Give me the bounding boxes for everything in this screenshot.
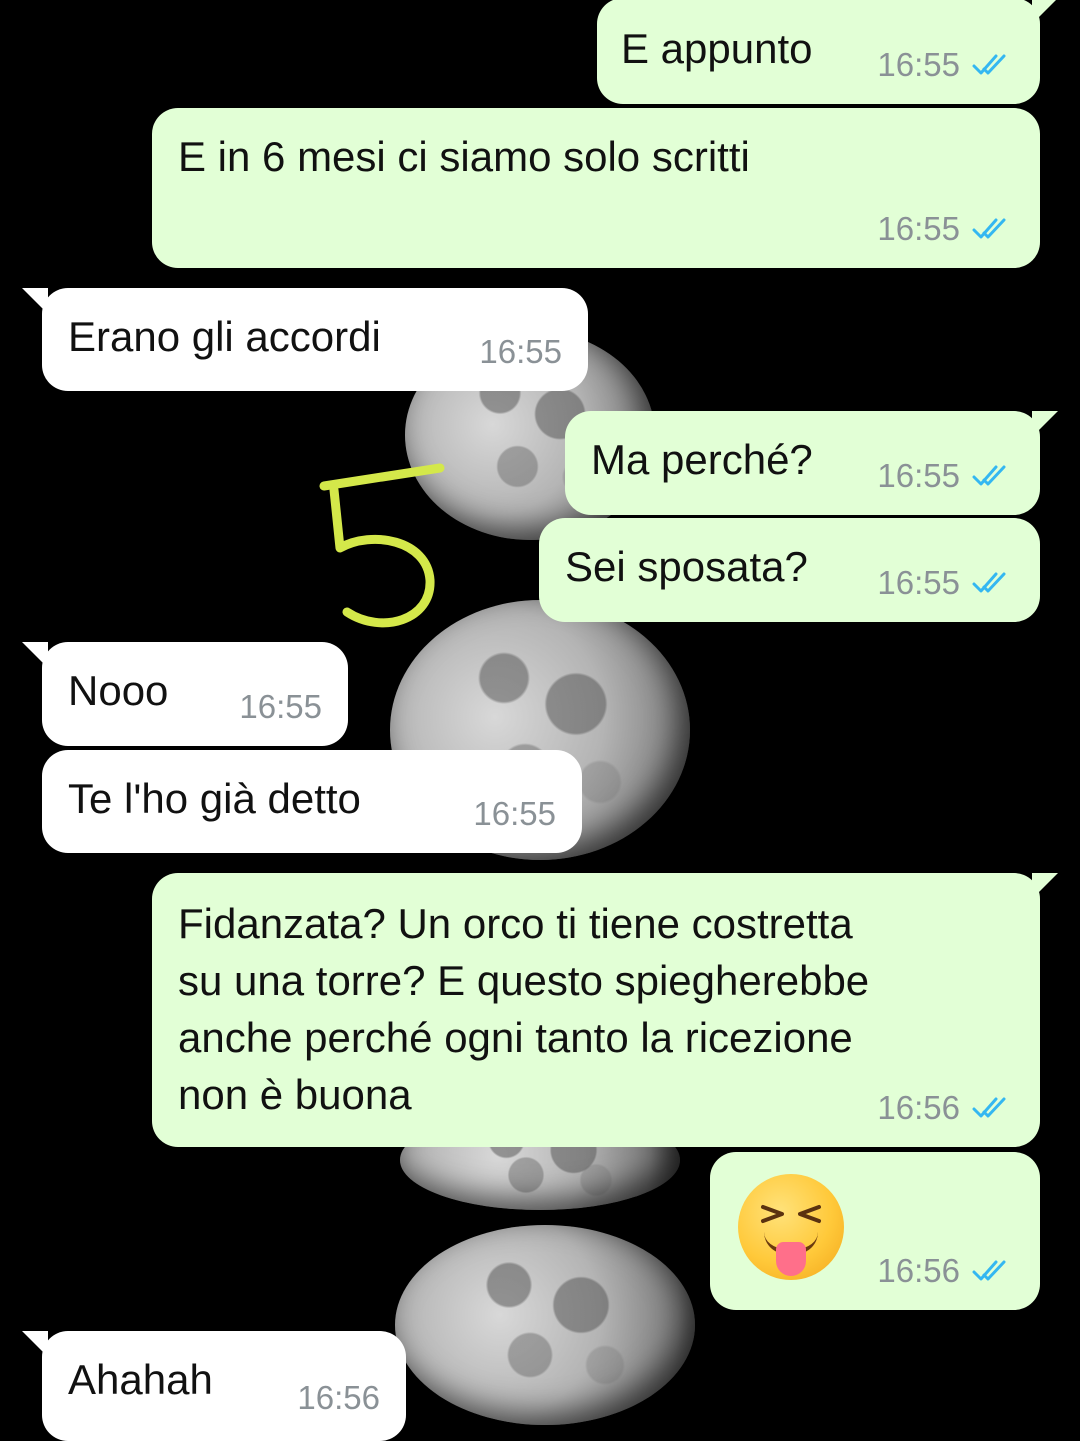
message-time: 16:55 — [877, 46, 960, 83]
bubble-tail — [22, 288, 48, 314]
message-meta: 16:55 — [239, 688, 322, 726]
bubble-tail — [1032, 873, 1058, 899]
message-meta: 16:55 — [877, 564, 1016, 602]
wallpaper-moon — [395, 1225, 695, 1425]
double-check-read-icon — [972, 1260, 1006, 1281]
bubble-tail — [22, 1331, 48, 1357]
outgoing-message[interactable]: E appunto 16:55 — [597, 0, 1058, 104]
outgoing-message[interactable]: Sei sposata? 16:55 — [539, 518, 1040, 622]
incoming-message[interactable]: Te l'ho già detto 16:55 — [42, 750, 582, 853]
message-meta: 16:56 — [297, 1379, 380, 1417]
outgoing-message[interactable]: E in 6 mesi ci siamo solo scritti 16:55 — [152, 108, 1040, 268]
message-meta: 16:56 — [877, 1252, 1016, 1290]
message-time: 16:55 — [877, 210, 960, 247]
double-check-read-icon — [972, 54, 1006, 75]
bubble-tail — [1032, 0, 1058, 24]
double-check-read-icon — [972, 572, 1006, 593]
outgoing-message[interactable]: Fidanzata? Un orco ti tiene costretta su… — [152, 873, 1058, 1147]
message-time: 16:56 — [877, 1089, 960, 1126]
message-text: E in 6 mesi ci siamo solo scritti — [178, 133, 750, 180]
message-time: 16:56 — [877, 1252, 960, 1289]
message-time: 16:55 — [479, 333, 562, 370]
bubble-tail — [1032, 411, 1058, 437]
incoming-message[interactable]: Nooo 16:55 — [22, 642, 348, 746]
handwritten-number-annotation — [319, 463, 445, 628]
chat-view[interactable]: 5 E appunto 16:55 E in 6 mesi ci siamo s… — [0, 0, 1080, 1441]
message-meta: 16:55 — [877, 46, 1016, 84]
outgoing-message[interactable]: 16:56 — [710, 1152, 1040, 1310]
message-meta: 16:56 — [877, 1089, 1016, 1127]
message-meta: 16:55 — [877, 457, 1016, 495]
outgoing-message[interactable]: Ma perché? 16:55 — [565, 411, 1058, 515]
message-time: 16:55 — [877, 564, 960, 601]
message-time: 16:55 — [473, 795, 556, 832]
message-time: 16:55 — [877, 457, 960, 494]
incoming-message[interactable]: Ahahah 16:56 — [22, 1331, 406, 1441]
double-check-read-icon — [972, 465, 1006, 486]
message-meta: 16:55 — [479, 333, 562, 371]
winking-face-with-tongue-emoji — [738, 1174, 844, 1280]
message-time: 16:56 — [297, 1379, 380, 1416]
double-check-read-icon — [972, 1097, 1006, 1118]
double-check-read-icon — [972, 218, 1006, 239]
message-meta: 16:55 — [473, 795, 556, 833]
message-meta: 16:55 — [877, 210, 1016, 248]
incoming-message[interactable]: Erano gli accordi 16:55 — [22, 288, 588, 391]
message-time: 16:55 — [239, 688, 322, 725]
bubble-tail — [22, 642, 48, 668]
